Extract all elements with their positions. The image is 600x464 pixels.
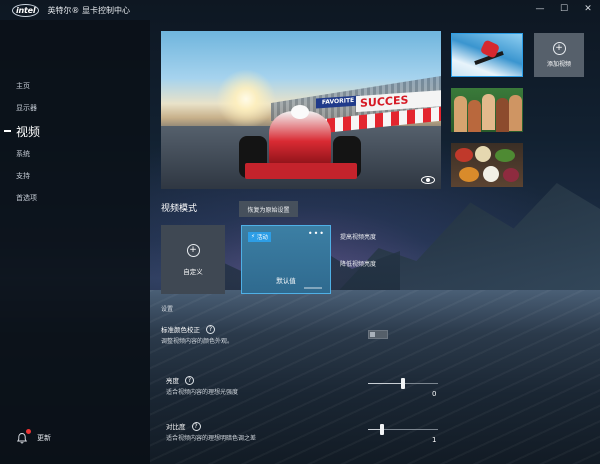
thumb-food [503,168,519,182]
thumb-person [482,94,495,130]
color-correction-toggle[interactable] [368,330,388,339]
eye-icon[interactable] [421,176,435,184]
sidebar-item-support[interactable]: 支持 [0,165,150,187]
maximize-button[interactable]: ☐ [552,0,576,18]
brightness-value: 0 [432,390,437,398]
brightness-label: 亮度 [166,377,179,385]
update-button[interactable]: 更新 [16,429,51,444]
sidebar-item-label: 主页 [16,82,30,90]
car-front-wing [245,163,357,179]
sidebar-item-system[interactable]: 系统 [0,143,150,165]
decrease-brightness-option[interactable]: 降低视频亮度 [340,259,376,268]
window-controls: — ☐ ✕ [528,0,600,18]
people-thumbnail[interactable] [451,88,523,132]
sidebar: 主页 显示器 视频 系统 支持 首选项 更新 [0,20,150,464]
brightness-description: 适合视频内容的理想光强度 [166,389,239,396]
active-badge-label: 活动 [256,235,268,241]
preview-race-car [239,101,361,189]
help-icon[interactable]: ? [185,375,194,385]
sidebar-item-video[interactable]: 视频 [0,119,150,143]
video-preview[interactable]: FAVORITE SUCCES [161,31,441,189]
default-mode-card[interactable]: ⚡ 活动 ••• 默认值 [241,225,331,294]
video-mode-title: 视频模式 [161,204,198,214]
close-button[interactable]: ✕ [576,0,600,18]
card-decoration [304,287,322,289]
default-mode-label: 默认值 [276,277,296,285]
color-correction-description: 调整视频内容的颜色外观。 [161,338,234,345]
lightning-icon: ⚡ [251,234,255,240]
sidebar-item-label: 视频 [16,124,41,139]
sidebar-item-label: 支持 [16,172,30,180]
bell-icon-svg [17,433,27,444]
brightness-slider[interactable] [368,378,438,389]
custom-mode-label: 自定义 [183,267,203,276]
sidebar-item-label: 系统 [16,150,30,158]
custom-mode-card[interactable]: + 自定义 [161,225,225,294]
intel-logo: intel [12,3,40,17]
slider-fill [368,383,403,384]
sidebar-nav: 主页 显示器 视频 系统 支持 首选项 [0,75,150,209]
car-body [269,111,331,166]
contrast-value: 1 [432,436,437,444]
add-video-label: 添加视频 [546,61,571,68]
brightness-title: 亮度 ? [166,375,194,385]
sidebar-item-preferences[interactable]: 首选项 [0,187,150,209]
active-badge: ⚡ 活动 [248,232,271,242]
thumb-food [459,167,479,182]
help-icon[interactable]: ? [206,324,215,334]
slider-thumb[interactable] [401,378,405,389]
contrast-description: 适合视频内容的理想明暗色调之差 [166,435,257,442]
thumb-person [468,100,481,132]
plus-icon: + [552,42,566,55]
app-title: 英特尔® 显卡控制中心 [47,5,130,15]
add-video-button[interactable]: + 添加视频 [534,33,584,77]
color-correction-label: 标准颜色校正 [161,326,200,334]
slider-thumb[interactable] [380,424,384,435]
sidebar-item-display[interactable]: 显示器 [0,97,150,119]
color-correction-title: 标准颜色校正 ? [161,324,215,334]
thumb-person [509,95,522,131]
sidebar-item-label: 首选项 [16,194,37,202]
reset-button[interactable]: 恢复为原始设置 [239,201,298,217]
notification-dot [26,429,31,434]
contrast-label: 对比度 [166,423,186,431]
contrast-title: 对比度 ? [166,421,201,431]
title-bar: intel 英特尔® 显卡控制中心 — ☐ ✕ [0,0,600,20]
thumb-food [495,149,515,162]
thumb-person [496,98,509,132]
plus-icon: + [186,243,200,257]
update-label: 更新 [37,434,51,442]
help-icon[interactable]: ? [191,421,201,431]
contrast-slider[interactable] [368,424,438,435]
more-options-icon[interactable]: ••• [308,229,325,238]
minimize-button[interactable]: — [528,0,552,18]
sidebar-item-home[interactable]: 主页 [0,75,150,97]
thumb-food [455,148,473,162]
car-helmet [291,105,309,119]
thumb-food [483,166,499,182]
increase-brightness-option[interactable]: 提高视频亮度 [340,232,376,241]
bell-icon [16,429,31,444]
sidebar-item-label: 显示器 [16,104,37,112]
settings-section-label: 设置 [161,306,174,313]
snowboard-thumbnail[interactable] [451,33,523,77]
thumb-food [475,146,491,162]
food-thumbnail[interactable] [451,143,523,187]
thumb-person [454,96,467,132]
main-content: FAVORITE SUCCES + 添加视频 视频模式 恢复为原始设置 + 自定… [150,20,600,464]
